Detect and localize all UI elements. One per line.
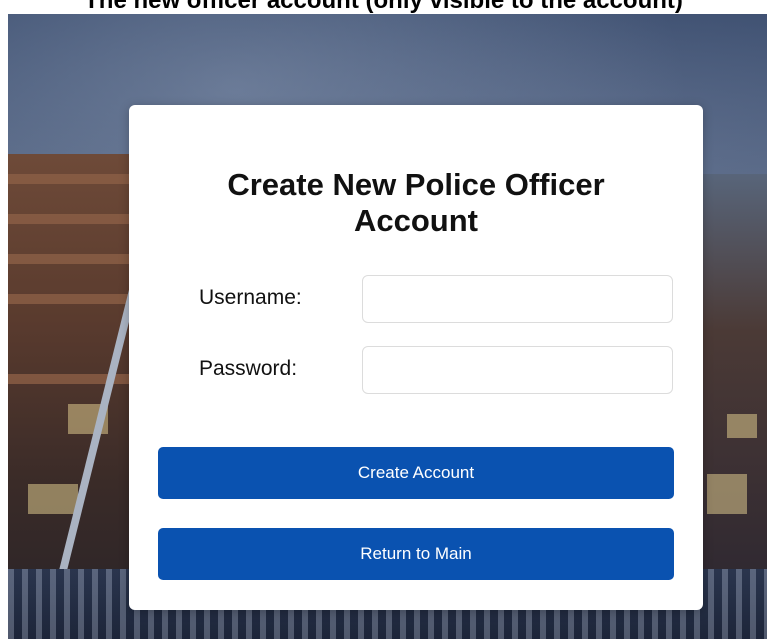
building-slat xyxy=(8,174,138,184)
left-building xyxy=(8,154,138,624)
building-window xyxy=(727,414,757,438)
building-slat xyxy=(8,374,138,384)
building-slat xyxy=(8,214,138,224)
page: The new officer account (only visible to… xyxy=(0,0,767,639)
page-title: Create New Police Officer Account xyxy=(227,167,605,238)
return-to-main-button[interactable]: Return to Main xyxy=(158,528,674,580)
building-slat xyxy=(8,254,138,264)
password-input[interactable] xyxy=(362,346,673,394)
username-row: Username: xyxy=(199,275,673,323)
password-row: Password: xyxy=(199,346,673,394)
page-caption: The new officer account (only visible to… xyxy=(84,0,683,14)
username-label: Username: xyxy=(199,286,302,309)
building-slat xyxy=(8,294,138,304)
username-input[interactable] xyxy=(362,275,673,323)
right-building xyxy=(697,174,767,624)
create-account-button[interactable]: Create Account xyxy=(158,447,674,499)
create-account-card: Create New Police Officer Account Userna… xyxy=(129,105,703,610)
building-window xyxy=(28,484,78,514)
password-label: Password: xyxy=(199,357,298,380)
building-window xyxy=(707,474,747,514)
